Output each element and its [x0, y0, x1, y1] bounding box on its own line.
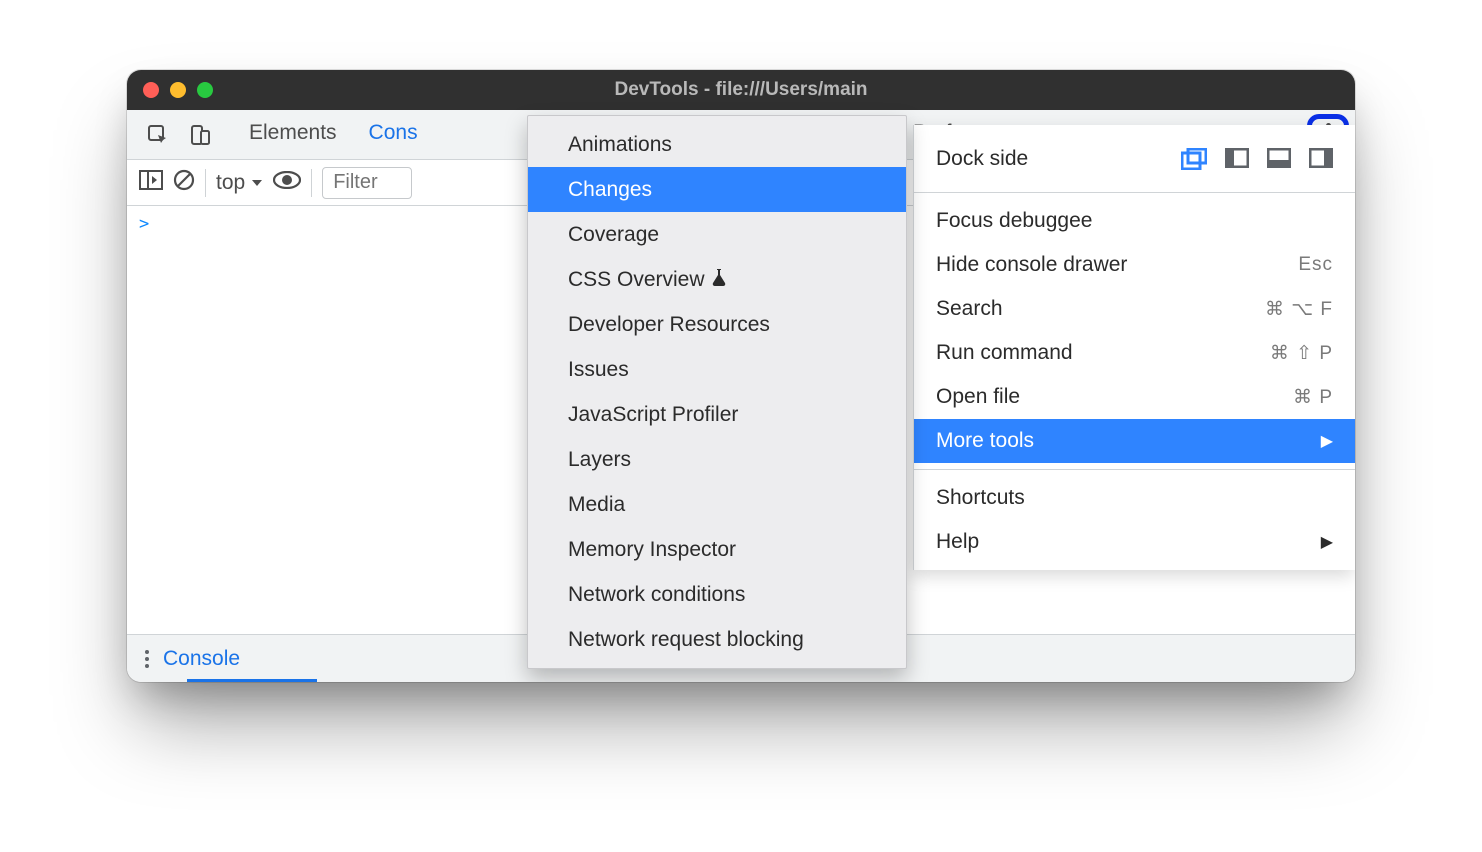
- window-minimize-button[interactable]: [170, 82, 186, 98]
- submenu-item[interactable]: Issues: [528, 347, 906, 392]
- drawer-active-indicator: [187, 679, 317, 682]
- submenu-item-label: Memory Inspector: [568, 538, 736, 562]
- separator: [311, 169, 312, 197]
- tab-elements[interactable]: Elements: [233, 110, 353, 159]
- dock-right-icon[interactable]: [1309, 148, 1333, 170]
- submenu-item-label: Animations: [568, 133, 672, 157]
- device-toolbar-icon[interactable]: [179, 110, 221, 159]
- inspect-element-icon[interactable]: [137, 110, 179, 159]
- dock-bottom-icon[interactable]: [1267, 148, 1291, 170]
- submenu-item[interactable]: Animations: [528, 122, 906, 167]
- live-expression-icon[interactable]: [273, 171, 301, 195]
- submenu-item-label: Media: [568, 493, 625, 517]
- submenu-item-label: Network request blocking: [568, 628, 804, 652]
- submenu-item[interactable]: Changes: [528, 167, 906, 212]
- submenu-item-label: Issues: [568, 358, 629, 382]
- menu-shortcut: ⌘ P: [1293, 386, 1333, 409]
- more-tools-submenu: Animations Changes Coverage CSS Overview Dev…: [527, 115, 907, 669]
- menu-item-focus-debuggee[interactable]: Focus debuggee: [914, 199, 1355, 243]
- kebab-icon[interactable]: [145, 650, 149, 668]
- menu-shortcut: ⌘ ⌥ F: [1265, 298, 1333, 321]
- menu-item-label: Run command: [936, 341, 1073, 365]
- submenu-item[interactable]: Network conditions: [528, 572, 906, 617]
- submenu-item-label: JavaScript Profiler: [568, 403, 738, 427]
- submenu-item[interactable]: Coverage: [528, 212, 906, 257]
- drawer-tab-console[interactable]: Console: [127, 635, 258, 682]
- experimental-flask-icon: [711, 268, 727, 291]
- submenu-item-label: Coverage: [568, 223, 659, 247]
- menu-item-run-command[interactable]: Run command ⌘ ⇧ P: [914, 331, 1355, 375]
- drawer-tab-label: Console: [163, 647, 240, 671]
- submenu-item[interactable]: Developer Resources: [528, 302, 906, 347]
- clear-console-icon[interactable]: [173, 169, 195, 197]
- devtools-window: DevTools - file:///Users/main Elements C…: [127, 70, 1355, 682]
- menu-item-open-file[interactable]: Open file ⌘ P: [914, 375, 1355, 419]
- window-close-button[interactable]: [143, 82, 159, 98]
- submenu-item[interactable]: JavaScript Profiler: [528, 392, 906, 437]
- submenu-item[interactable]: Layers: [528, 437, 906, 482]
- context-selector[interactable]: top: [216, 171, 263, 195]
- submenu-item-label: CSS Overview: [568, 268, 705, 292]
- titlebar: DevTools - file:///Users/main: [127, 70, 1355, 110]
- submenu-item-label: Network conditions: [568, 583, 745, 607]
- menu-item-search[interactable]: Search ⌘ ⌥ F: [914, 287, 1355, 331]
- filter-input[interactable]: [322, 167, 412, 199]
- submenu-item[interactable]: CSS Overview: [528, 257, 906, 302]
- tab-console[interactable]: Cons: [353, 110, 423, 159]
- menu-item-label: More tools: [936, 429, 1034, 453]
- menu-item-label: Search: [936, 297, 1003, 321]
- menu-item-more-tools[interactable]: More tools ▶: [914, 419, 1355, 463]
- menu-shortcut: Esc: [1298, 254, 1333, 276]
- window-zoom-button[interactable]: [197, 82, 213, 98]
- submenu-item[interactable]: Media: [528, 482, 906, 527]
- dock-left-icon[interactable]: [1225, 148, 1249, 170]
- console-sidebar-toggle-icon[interactable]: [139, 170, 163, 196]
- menu-item-label: Open file: [936, 385, 1020, 409]
- submenu-item-label: Layers: [568, 448, 631, 472]
- menu-item-label: Hide console drawer: [936, 253, 1127, 277]
- window-title: DevTools - file:///Users/main: [127, 79, 1355, 101]
- menu-item-label: Focus debuggee: [936, 209, 1092, 233]
- submenu-arrow-icon: ▶: [1321, 532, 1333, 552]
- traffic-lights: [127, 82, 213, 98]
- menu-item-label: Help: [936, 530, 979, 554]
- submenu-arrow-icon: ▶: [1321, 431, 1333, 451]
- dock-side-label: Dock side: [936, 147, 1028, 171]
- menu-item-hide-console-drawer[interactable]: Hide console drawer Esc: [914, 243, 1355, 287]
- dock-side-row: Dock side: [914, 125, 1355, 193]
- dock-undock-icon[interactable]: [1181, 148, 1207, 170]
- submenu-item[interactable]: Network request blocking: [528, 617, 906, 662]
- context-label: top: [216, 171, 245, 195]
- separator: [205, 169, 206, 197]
- submenu-item-label: Changes: [568, 178, 652, 202]
- chevron-down-icon: [251, 177, 263, 189]
- menu-item-shortcuts[interactable]: Shortcuts: [914, 476, 1355, 520]
- submenu-item-label: Developer Resources: [568, 313, 770, 337]
- more-options-menu: Dock side Focus debuggee: [913, 125, 1355, 570]
- menu-shortcut: ⌘ ⇧ P: [1270, 342, 1333, 365]
- menu-item-label: Shortcuts: [936, 486, 1025, 510]
- submenu-item[interactable]: Memory Inspector: [528, 527, 906, 572]
- menu-item-help[interactable]: Help ▶: [914, 520, 1355, 564]
